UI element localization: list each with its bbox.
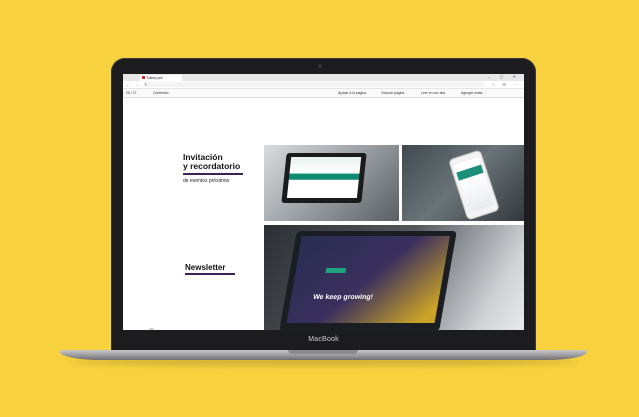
tab-title: Tokkey.pdf bbox=[146, 76, 163, 80]
page-indicator[interactable]: 25 / 27 bbox=[126, 91, 136, 95]
add-notes-button[interactable]: Agregar notas bbox=[461, 91, 482, 95]
heading-invitation: Invitación y recordatorio bbox=[183, 152, 241, 171]
photo-laptop bbox=[264, 145, 399, 221]
heading-newsletter: Newsletter bbox=[185, 263, 226, 272]
read-aloud-button[interactable]: Leer en voz alta bbox=[421, 91, 445, 95]
pdf-page: Invitación y recordatorio de eventos pró… bbox=[123, 98, 524, 330]
newsletter-underline bbox=[185, 273, 235, 275]
photo-caption: We keep growing! bbox=[312, 294, 374, 301]
base-notch bbox=[288, 350, 358, 354]
address-bar[interactable] bbox=[147, 82, 484, 87]
pdf-toolbar: 25 / 27 Contenido Ajustar a la página Vi… bbox=[123, 89, 524, 98]
photo-phone bbox=[402, 145, 524, 221]
fit-button[interactable]: Ajustar a la página bbox=[338, 91, 366, 95]
pdf-icon bbox=[142, 76, 145, 79]
address-row: ← → ↻ ⌂ ☆ ☰ ⋯ bbox=[123, 81, 524, 89]
laptop-brand: MacBook bbox=[308, 336, 339, 343]
laptop-screen: Tokkey.pdf – ▢ ✕ ← → ↻ ⌂ ☆ ☰ ⋯ 25 / 27 C… bbox=[123, 74, 524, 330]
browser-actions[interactable]: ☆ ☰ ⋯ bbox=[492, 81, 520, 88]
camera bbox=[318, 64, 322, 68]
photo-newsletter: We keep growing! bbox=[264, 225, 524, 330]
subheading-events: de eventos próximos bbox=[183, 178, 230, 184]
page-number: 25 bbox=[149, 327, 154, 330]
browser-tab-bar: Tokkey.pdf – ▢ ✕ bbox=[123, 74, 524, 81]
contents-button[interactable]: Contenido bbox=[153, 91, 168, 95]
window-controls[interactable]: – ▢ ✕ bbox=[488, 74, 520, 79]
join-button bbox=[325, 268, 347, 273]
laptop-base bbox=[60, 350, 587, 360]
laptop-lid: Tokkey.pdf – ▢ ✕ ← → ↻ ⌂ ☆ ☰ ⋯ 25 / 27 C… bbox=[111, 58, 536, 353]
page-view-button[interactable]: Vista de página bbox=[381, 91, 404, 95]
heading-underline bbox=[183, 173, 243, 175]
